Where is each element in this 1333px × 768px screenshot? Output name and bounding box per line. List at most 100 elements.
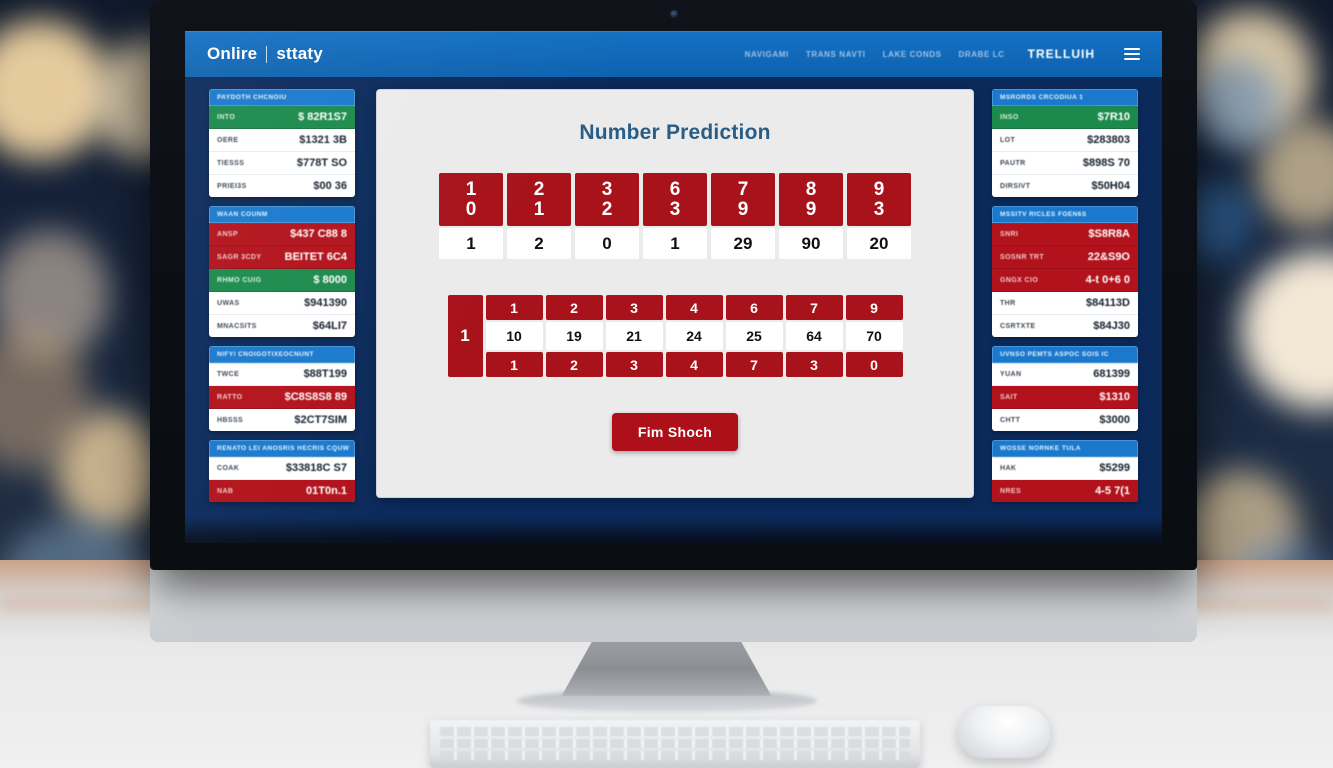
nav-link-2[interactable]: TRANS NAVTI xyxy=(806,50,866,59)
stat-row: RHMO CUIG $ 8000 xyxy=(209,269,355,292)
number-cell[interactable]: 0 xyxy=(845,352,903,377)
number-cell[interactable]: 9 xyxy=(845,295,903,320)
number-cell[interactable]: 7 xyxy=(785,295,843,320)
number-cell[interactable]: 64 xyxy=(785,322,843,350)
web-page: Onlire sttaty NAVIGAMI TRANS NAVTI LAKE … xyxy=(185,31,1162,543)
number-cell-primary[interactable]: 89 xyxy=(779,173,843,226)
number-column[interactable]: 212 xyxy=(507,173,571,259)
number-cell-secondary[interactable]: 0 xyxy=(575,228,639,259)
number-cell[interactable]: 10 xyxy=(485,322,543,350)
nav-link-1[interactable]: NAVIGAMI xyxy=(745,50,789,59)
number-column[interactable]: 2 19 2 xyxy=(545,295,603,377)
number-cell-secondary[interactable]: 29 xyxy=(711,228,775,259)
grid-row-label: 1 xyxy=(447,295,483,377)
site-logo[interactable]: Onlire sttaty xyxy=(207,44,323,64)
number-column[interactable]: 3 21 3 xyxy=(605,295,663,377)
number-cell[interactable]: 3 xyxy=(785,352,843,377)
stat-row-value: $S8R8A xyxy=(1088,228,1130,240)
number-cell[interactable]: 6 xyxy=(725,295,783,320)
number-digit: 3 xyxy=(601,179,613,201)
stat-card[interactable]: MSSITV RICLES FOEN6S SNRI $S8R8A SOSNR TRT 2… xyxy=(992,206,1138,337)
stat-card-header: MSRORDS CRCODIUA 1 xyxy=(992,89,1138,106)
number-cell-primary[interactable]: 79 xyxy=(711,173,775,226)
stat-row: ANSP $437 C88 8 xyxy=(209,223,355,246)
stat-row: CSRTXTE $84J30 xyxy=(992,315,1138,337)
nav-link-4[interactable]: DRABE LC xyxy=(959,50,1005,59)
stat-row-value: $437 C88 8 xyxy=(290,228,347,240)
number-cell-primary[interactable]: 93 xyxy=(847,173,911,226)
number-cell[interactable]: 3 xyxy=(605,295,663,320)
stat-row-value: $3000 xyxy=(1099,414,1130,426)
number-cell[interactable]: 70 xyxy=(845,322,903,350)
number-cell-primary[interactable]: 63 xyxy=(643,173,707,226)
predict-button[interactable]: Fim Shoch xyxy=(611,413,739,451)
brand-divider xyxy=(266,45,268,63)
number-cell[interactable]: 24 xyxy=(665,322,723,350)
number-cell[interactable]: 21 xyxy=(605,322,663,350)
monitor-screen: Onlire sttaty NAVIGAMI TRANS NAVTI LAKE … xyxy=(185,31,1162,543)
stat-row-value: $1310 xyxy=(1099,391,1130,403)
number-column[interactable]: 101 xyxy=(439,173,503,259)
stat-card[interactable]: MSRORDS CRCODIUA 1 INSO $7R10 LOT $283803 PAU… xyxy=(992,89,1138,197)
number-digit: 8 xyxy=(805,179,817,201)
stat-row: INSO $7R10 xyxy=(992,106,1138,129)
stat-card[interactable]: WOSSE NORNKE TULA HAK $5299 NRES 4-5 7(1 xyxy=(992,440,1138,502)
stat-card[interactable]: WAAN COUNM ANSP $437 C88 8 SAGR 3CDY BEITET … xyxy=(209,206,355,337)
number-cell[interactable]: 7 xyxy=(725,352,783,377)
hamburger-menu-icon[interactable] xyxy=(1124,48,1140,60)
number-cell-secondary[interactable]: 20 xyxy=(847,228,911,259)
number-cell[interactable]: 1 xyxy=(485,295,543,320)
number-column[interactable]: 8 9 90 xyxy=(779,173,843,259)
number-cell[interactable]: 2 xyxy=(545,352,603,377)
stat-row-label: GNGX CIO xyxy=(1000,276,1039,284)
number-cell-secondary[interactable]: 1 xyxy=(439,228,503,259)
stat-row: OERE $1321 3B xyxy=(209,129,355,152)
nav-link-3[interactable]: LAKE CONDS xyxy=(883,50,942,59)
stat-card[interactable]: PAYDOTH CHCNOIU INTO $ 82R1S7 OERE $1321 3B T… xyxy=(209,89,355,197)
page-title: Number Prediction xyxy=(579,121,771,144)
stat-row-label: SNRI xyxy=(1000,230,1019,238)
mouse xyxy=(958,706,1050,758)
number-column[interactable]: 9 3 20 xyxy=(847,173,911,259)
number-cell-secondary[interactable]: 2 xyxy=(507,228,571,259)
number-cell[interactable]: 4 xyxy=(665,295,723,320)
number-cell[interactable]: 2 xyxy=(545,295,603,320)
number-cell[interactable]: 19 xyxy=(545,322,603,350)
number-cell[interactable]: 3 xyxy=(605,352,663,377)
nav-brand-logo[interactable]: TRELLUIH xyxy=(1028,47,1095,61)
number-column[interactable]: 1 10 1 xyxy=(485,295,543,377)
monitor: Onlire sttaty NAVIGAMI TRANS NAVTI LAKE … xyxy=(150,0,1197,570)
stat-row-value: 4-5 7(1 xyxy=(1095,485,1130,497)
number-cell-secondary[interactable]: 90 xyxy=(779,228,843,259)
number-cell-primary[interactable]: 32 xyxy=(575,173,639,226)
bokeh-light xyxy=(1190,60,1280,150)
number-column[interactable]: 631 xyxy=(643,173,707,259)
stat-card[interactable]: NIFY/ CNOIGOTIXEOCNUNT TWCE $88T199 RATTO $C… xyxy=(209,346,355,431)
stat-card-header: NIFY/ CNOIGOTIXEOCNUNT xyxy=(209,346,355,363)
number-column[interactable]: 320 xyxy=(575,173,639,259)
number-column[interactable]: 6 25 7 xyxy=(725,295,783,377)
number-grid-secondary: 1 1 10 1 2 19 2 3 21 3 4 24 4 6 25 7 7 64 3 9 70 0 xyxy=(447,295,903,377)
number-grid-primary: 1 0 1 2 1 2 3 2 0 6 3 1 7 9 29 8 9 90 9 3 20 xyxy=(439,173,911,259)
number-digit: 6 xyxy=(669,179,681,201)
number-cell[interactable]: 25 xyxy=(725,322,783,350)
stat-row-label: HBSSS xyxy=(217,416,244,424)
number-cell-primary[interactable]: 10 xyxy=(439,173,503,226)
number-column[interactable]: 7 64 3 xyxy=(785,295,843,377)
stat-row-value: $778T SO xyxy=(296,157,347,169)
number-cell-secondary[interactable]: 1 xyxy=(643,228,707,259)
stat-row-label: OERE xyxy=(217,136,239,144)
number-column[interactable]: 4 24 4 xyxy=(665,295,723,377)
stat-row-label: YUAN xyxy=(1000,370,1022,378)
number-cell[interactable]: 1 xyxy=(485,352,543,377)
stat-row-label: COAK xyxy=(217,464,240,472)
number-cell-primary[interactable]: 21 xyxy=(507,173,571,226)
number-column[interactable]: 7 9 29 xyxy=(711,173,775,259)
number-column[interactable]: 9 70 0 xyxy=(845,295,903,377)
stat-row: HAK $5299 xyxy=(992,457,1138,480)
stat-card[interactable]: RENATO LEI ANOSRIS HECRIS CQUW COAK $33818… xyxy=(209,440,355,502)
number-cell[interactable]: 4 xyxy=(665,352,723,377)
stat-row-label: RATTO xyxy=(217,393,243,401)
stat-row-label: SAIT xyxy=(1000,393,1018,401)
stat-card[interactable]: UVNSO PEMTS ASPOC SOIS IC YUAN 681399 SAIT $… xyxy=(992,346,1138,431)
